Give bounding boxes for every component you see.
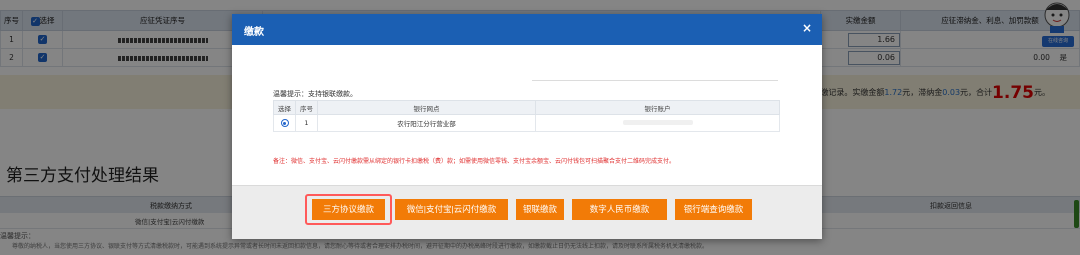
row-select[interactable] bbox=[273, 114, 296, 132]
divider bbox=[532, 80, 778, 81]
modal-note: 备注：微信、支付宝、云闪付缴款需从绑定的银行卡扣缴税（费）款；如需使用微信零钱、… bbox=[273, 158, 676, 165]
bank-radio[interactable] bbox=[280, 119, 289, 127]
bank-table: 选择 序号 银行网点 银行账户 1 农行阳江分行营业部 bbox=[273, 100, 780, 132]
payment-modal: 缴款 × 温馨提示：支持银联缴款。 选择 序号 银行网点 银行账户 1 农行阳江… bbox=[232, 14, 822, 239]
tripartite-agreement-pay-button[interactable]: 三方协议缴款 bbox=[312, 199, 385, 220]
digital-rmb-pay-button[interactable]: 数字人民币缴款 bbox=[572, 199, 667, 220]
col-bank-account: 银行账户 bbox=[535, 100, 780, 115]
wechat-alipay-unionpay-button[interactable]: 微信|支付宝|云闪付缴款 bbox=[395, 199, 508, 220]
masked-account bbox=[622, 120, 693, 125]
bank-branch: 农行阳江分行营业部 bbox=[317, 114, 536, 132]
table-row[interactable]: 1 农行阳江分行营业部 bbox=[273, 114, 780, 132]
bank-account bbox=[535, 114, 780, 132]
col-bank-branch: 银行网点 bbox=[317, 100, 536, 115]
bank-query-pay-button[interactable]: 银行端查询缴款 bbox=[675, 199, 752, 220]
modal-body: 温馨提示：支持银联缴款。 选择 序号 银行网点 银行账户 1 农行阳江分行营业部… bbox=[232, 45, 822, 185]
modal-title: 缴款 bbox=[244, 27, 264, 38]
modal-footer: 三方协议缴款 微信|支付宝|云闪付缴款 银联缴款 数字人民币缴款 银行端查询缴款 bbox=[232, 185, 822, 239]
row-no: 1 bbox=[295, 114, 318, 132]
col-no: 序号 bbox=[295, 100, 318, 115]
modal-header: 缴款 × bbox=[232, 14, 822, 45]
close-icon[interactable]: × bbox=[802, 21, 812, 35]
unionpay-pay-button[interactable]: 银联缴款 bbox=[516, 199, 564, 220]
modal-hint: 温馨提示：支持银联缴款。 bbox=[273, 90, 357, 98]
col-select: 选择 bbox=[273, 100, 296, 115]
